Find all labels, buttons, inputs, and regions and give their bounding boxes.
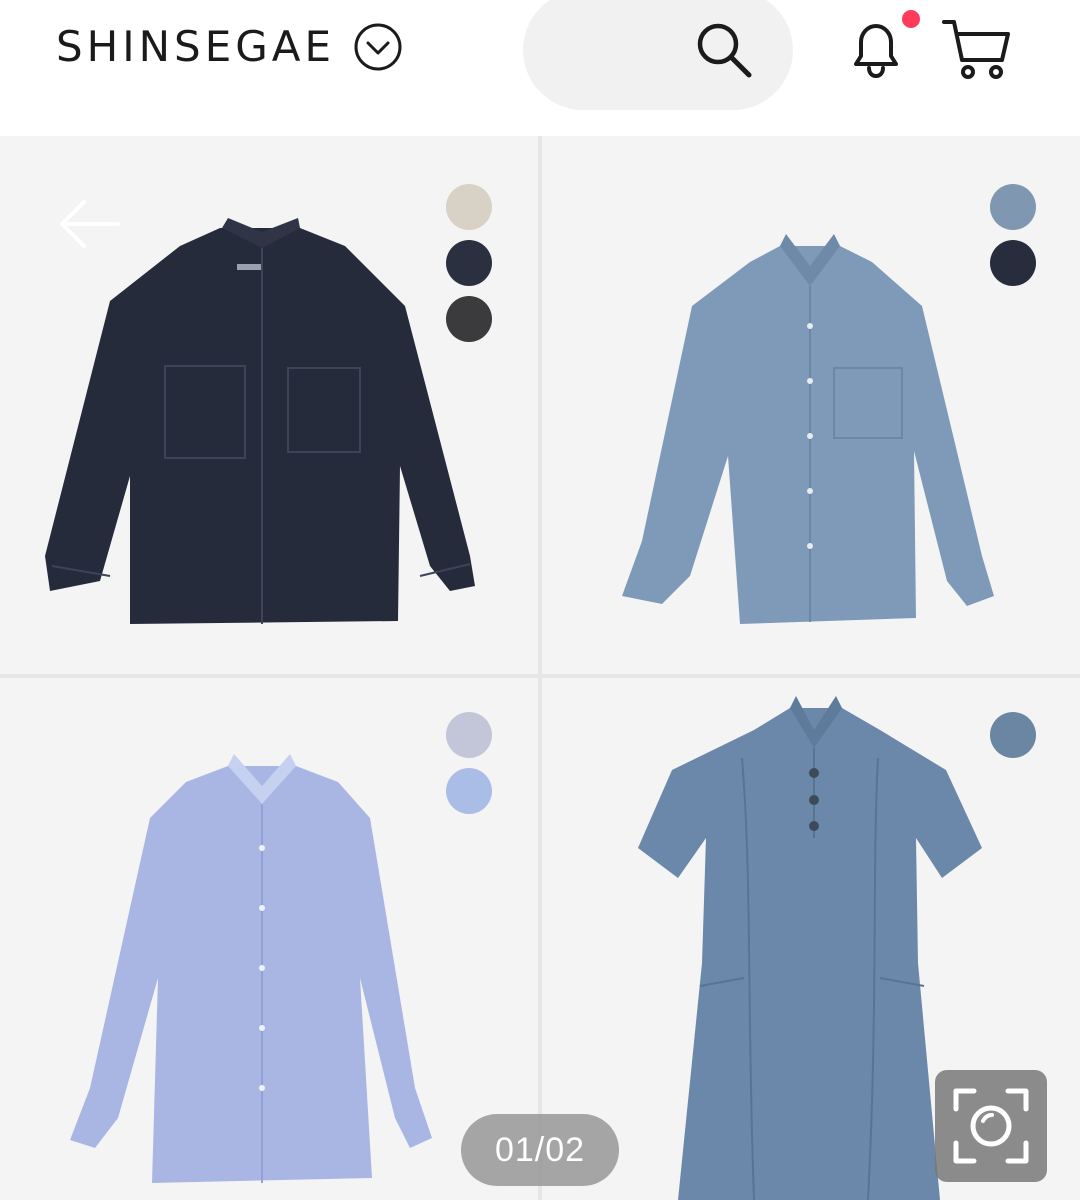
color-swatch[interactable]: [446, 296, 492, 342]
product-card[interactable]: [0, 136, 538, 674]
brand-logo: SHINSEGAE: [56, 22, 336, 71]
search-icon[interactable]: [692, 18, 756, 82]
product-grid: [0, 136, 1080, 1200]
color-swatch[interactable]: [446, 184, 492, 230]
chevron-down-circle-icon[interactable]: [353, 22, 403, 72]
notification-dot: [902, 10, 920, 28]
color-swatches: [990, 184, 1036, 286]
brand-selector[interactable]: SHINSEGAE: [56, 22, 403, 72]
color-swatch[interactable]: [990, 184, 1036, 230]
color-swatch[interactable]: [990, 240, 1036, 286]
color-swatch[interactable]: [990, 712, 1036, 758]
product-card[interactable]: [542, 136, 1080, 674]
color-swatches: [446, 712, 492, 814]
cart-icon[interactable]: [940, 16, 1012, 82]
color-swatches: [990, 712, 1036, 758]
color-swatch[interactable]: [446, 240, 492, 286]
app-header: SHINSEGAE: [0, 0, 1080, 136]
color-swatch[interactable]: [446, 768, 492, 814]
image-search-button[interactable]: [935, 1070, 1047, 1182]
image-search-lens-icon: [953, 1088, 1029, 1164]
back-arrow-icon[interactable]: [56, 196, 122, 252]
bell-icon[interactable]: [842, 14, 910, 82]
color-swatches: [446, 184, 492, 342]
color-swatch[interactable]: [446, 712, 492, 758]
product-card[interactable]: [0, 678, 538, 1200]
page-indicator: 01/02: [461, 1114, 619, 1186]
